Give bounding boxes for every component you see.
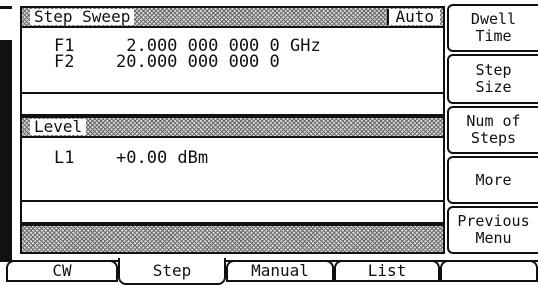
sweep-mode-tag[interactable]: Auto xyxy=(387,9,440,25)
softkey-previous-menu-line2: Menu xyxy=(475,229,512,247)
softkey-num-of-steps-line1: Num of xyxy=(466,112,521,130)
frequency-row-f2[interactable]: F2 20.000 000 000 0 xyxy=(54,54,280,71)
frequency-box: F1 2.000 000 000 0 GHz F2 20.000 000 000 … xyxy=(20,28,445,94)
softkey-dwell-time[interactable]: Dwell Time xyxy=(447,4,538,52)
tab-step[interactable]: Step xyxy=(118,258,226,285)
level-title: Level xyxy=(30,119,87,135)
softkey-num-of-steps[interactable]: Num of Steps xyxy=(447,106,538,154)
tab-empty[interactable] xyxy=(440,260,538,282)
instrument-display: Step Sweep Auto F1 2.000 000 000 0 GHz F… xyxy=(0,0,538,285)
softkey-dwell-time-line2: Time xyxy=(475,27,512,45)
tab-manual[interactable]: Manual xyxy=(226,260,334,282)
edge-marker xyxy=(0,6,12,9)
softkey-num-of-steps-line2: Steps xyxy=(470,129,517,147)
softkey-more[interactable]: More xyxy=(447,156,538,204)
softkey-dwell-time-line1: Dwell xyxy=(470,10,517,28)
softkey-previous-menu[interactable]: Previous Menu xyxy=(447,206,538,254)
step-sweep-header: Step Sweep Auto xyxy=(20,6,445,28)
softkey-step-size-line1: Step xyxy=(475,61,512,79)
softkey-more-label: More xyxy=(475,170,512,189)
edge-scroll-bar xyxy=(0,40,12,260)
sweep-status-line xyxy=(20,94,445,116)
hatched-footer-area xyxy=(20,224,445,254)
level-box: L1 +0.00 dBm xyxy=(20,138,445,202)
softkey-step-size[interactable]: Step Size xyxy=(447,54,538,104)
level-row-l1[interactable]: L1 +0.00 dBm xyxy=(54,150,208,167)
level-status-line xyxy=(20,202,445,224)
tab-list[interactable]: List xyxy=(334,260,440,282)
l1-label: L1 xyxy=(54,148,75,168)
mode-tab-bar: CW Step Manual List xyxy=(0,258,538,285)
level-header: Level xyxy=(20,116,445,138)
softkey-step-size-line2: Size xyxy=(475,78,512,96)
l1-value: +0.00 dBm xyxy=(116,148,209,168)
tab-cw[interactable]: CW xyxy=(6,260,118,282)
step-sweep-title: Step Sweep xyxy=(30,9,135,25)
softkey-column: Dwell Time Step Size Num of Steps More P… xyxy=(447,0,538,256)
main-panel: Step Sweep Auto F1 2.000 000 000 0 GHz F… xyxy=(20,6,445,256)
f2-value: 20.000 000 000 0 xyxy=(116,52,280,72)
softkey-previous-menu-line1: Previous xyxy=(457,212,530,230)
f2-label: F2 xyxy=(54,52,75,72)
